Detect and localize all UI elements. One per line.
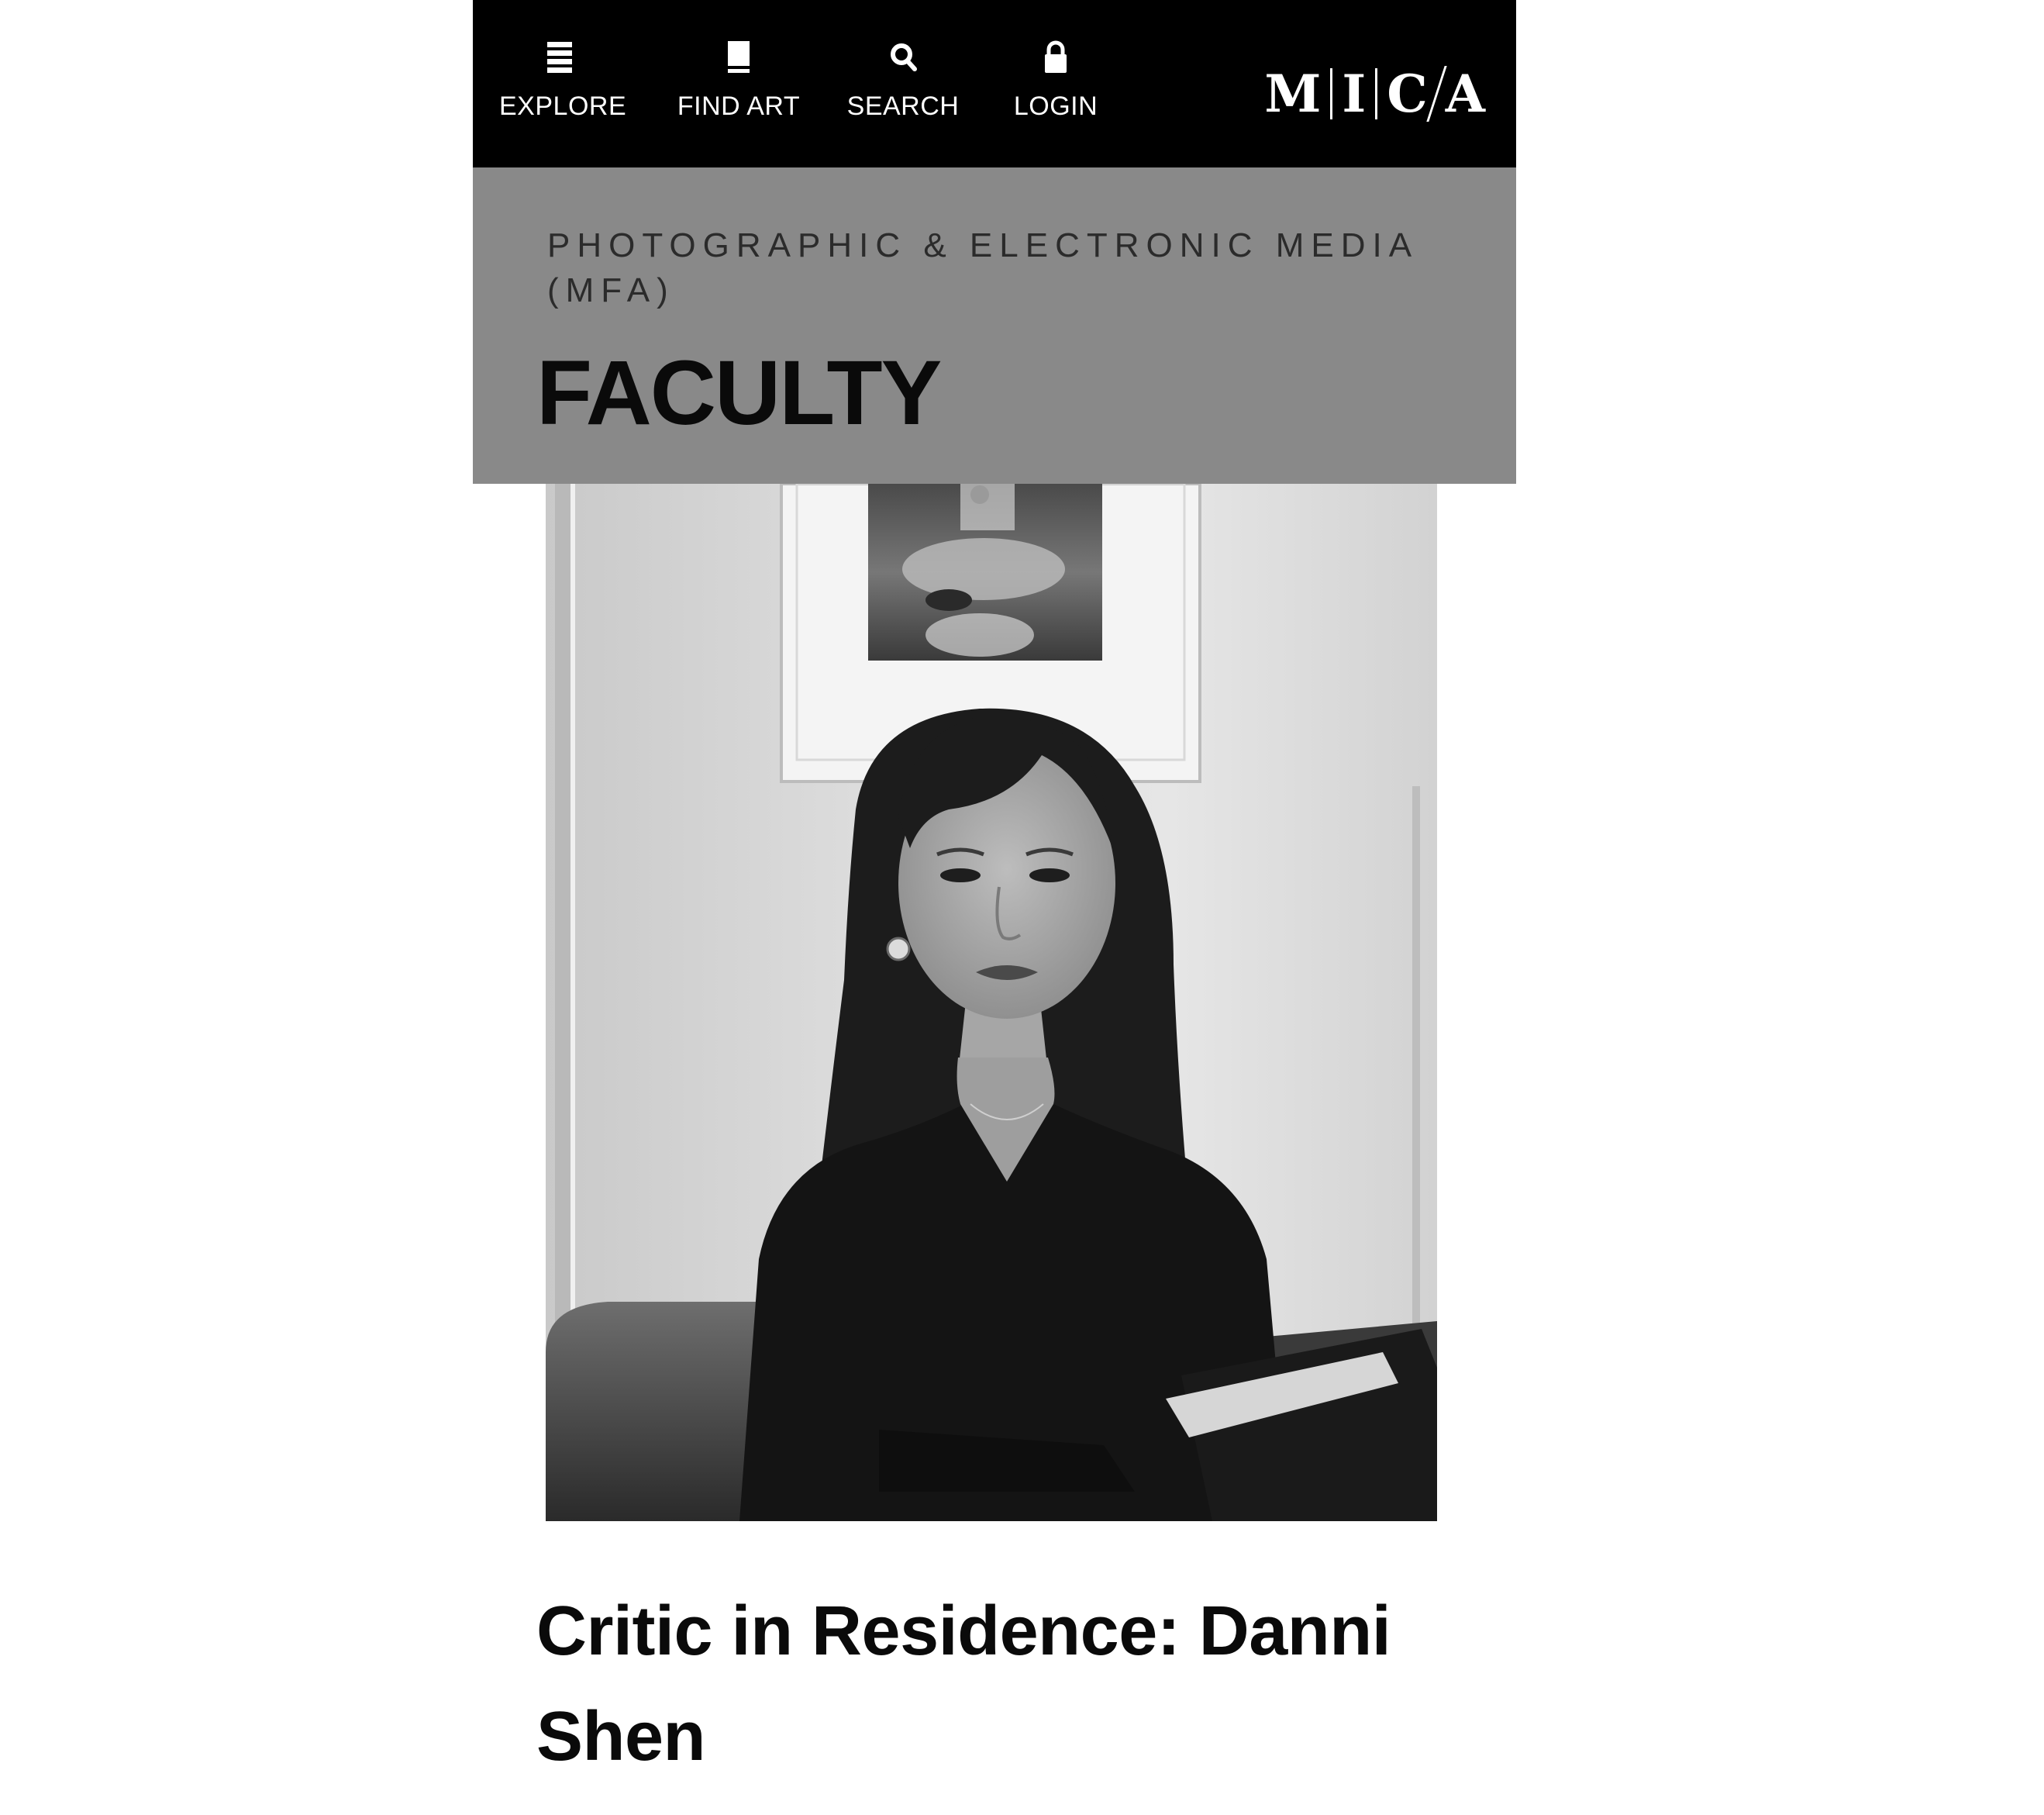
mobile-page: EXPLORE FIND ART SEARCH LOGIN M I C A PH… xyxy=(473,0,1516,1815)
department-name[interactable]: PHOTOGRAPHIC & ELECTRONIC MEDIA (MFA) xyxy=(547,223,1477,313)
search-icon xyxy=(888,39,919,74)
nav-explore[interactable]: EXPLORE xyxy=(499,0,627,167)
mica-logo[interactable]: M I C A xyxy=(1261,64,1488,124)
nav-search[interactable]: SEARCH xyxy=(845,0,961,167)
nav-search-label: SEARCH xyxy=(846,91,960,121)
logo-letter-a: A xyxy=(1445,64,1485,124)
nav-login-label: LOGIN xyxy=(1013,91,1098,121)
logo-letter-m: M xyxy=(1264,64,1322,124)
lock-icon xyxy=(1040,39,1071,74)
book-icon xyxy=(723,39,754,74)
logo-divider xyxy=(1375,68,1378,119)
portrait-photo xyxy=(546,484,1437,1521)
logo-letter-i: I xyxy=(1342,64,1367,124)
top-nav: EXPLORE FIND ART SEARCH LOGIN M I C A xyxy=(473,0,1516,167)
section-header: PHOTOGRAPHIC & ELECTRONIC MEDIA (MFA) FA… xyxy=(473,167,1516,484)
section-title: FACULTY xyxy=(536,342,942,444)
menu-icon xyxy=(544,39,575,74)
nav-explore-label: EXPLORE xyxy=(499,91,627,121)
nav-find-art-label: FIND ART xyxy=(677,91,801,121)
logo-divider xyxy=(1330,68,1333,119)
article-headline[interactable]: Critic in Residence: Danni Shen xyxy=(536,1579,1482,1789)
nav-login[interactable]: LOGIN xyxy=(1006,0,1105,167)
nav-find-art[interactable]: FIND ART xyxy=(673,0,805,167)
logo-letter-c: C xyxy=(1387,64,1428,124)
